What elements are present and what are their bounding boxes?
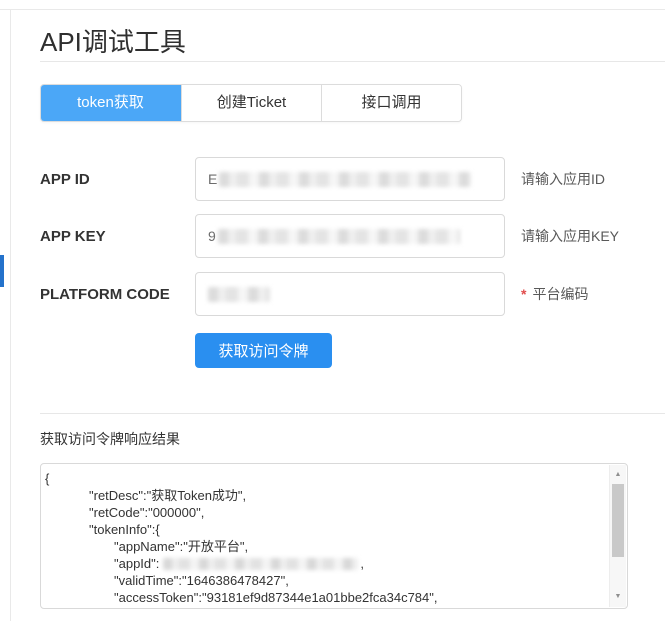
scrollbar-thumb[interactable] (612, 484, 624, 557)
result-scrollbar[interactable]: ▲ ▼ (609, 465, 626, 607)
section-divider (40, 413, 665, 414)
code-line: "tokenInfo":{ (41, 521, 603, 538)
result-section-label: 获取访问令牌响应结果 (40, 429, 180, 449)
platform-code-hint: * 平台编码 (521, 284, 588, 304)
app-key-label: APP KEY (40, 228, 195, 245)
platform-code-input[interactable] (195, 272, 505, 316)
app-key-redacted-value (218, 229, 460, 244)
code-line: "accessToken":"93181ef9d87344e1a01bbe2fc… (41, 589, 603, 606)
tab-token[interactable]: token获取 (40, 84, 181, 122)
app-id-row: APP ID E 请输入应用ID (40, 157, 605, 201)
code-line: "appId":, (41, 555, 603, 572)
platform-code-hint-text: 平台编码 (532, 286, 588, 302)
app-id-input[interactable]: E (195, 157, 505, 201)
redacted-app-id-value (163, 558, 358, 570)
code-line: "appName":"开放平台", (41, 538, 603, 555)
app-id-label: APP ID (40, 171, 195, 188)
title-divider (40, 61, 665, 62)
scroll-down-icon[interactable]: ▼ (610, 589, 626, 605)
platform-code-row: PLATFORM CODE * 平台编码 (40, 272, 588, 316)
required-asterisk: * (521, 286, 526, 302)
app-key-value-prefix: 9 (208, 228, 216, 244)
app-key-hint: 请输入应用KEY (521, 226, 619, 246)
app-key-row: APP KEY 9 请输入应用KEY (40, 214, 619, 258)
code-line: "retCode":"000000", (41, 504, 603, 521)
app-key-input[interactable]: 9 (195, 214, 505, 258)
left-edge-scroll-indicator (0, 255, 4, 287)
platform-code-label: PLATFORM CODE (40, 286, 195, 303)
tab-create-ticket[interactable]: 创建Ticket (181, 85, 321, 121)
panel-left-border (10, 9, 11, 621)
code-line: { (41, 470, 603, 487)
scroll-up-icon[interactable]: ▲ (610, 467, 626, 483)
platform-code-redacted-value (208, 287, 270, 302)
app-id-redacted-value (219, 172, 471, 187)
tab-api-call[interactable]: 接口调用 (321, 85, 461, 121)
code-line: "validTime":"1646386478427", (41, 572, 603, 589)
tab-bar: token获取 创建Ticket 接口调用 (40, 84, 462, 122)
result-lines: {"retDesc":"获取Token成功","retCode":"000000… (41, 464, 627, 606)
get-token-button[interactable]: 获取访问令牌 (195, 333, 332, 368)
code-line: "retDesc":"获取Token成功", (41, 487, 603, 504)
page-title: API调试工具 (40, 22, 186, 59)
app-id-value-prefix: E (208, 171, 217, 187)
app-id-hint: 请输入应用ID (521, 169, 605, 189)
panel-top-border (0, 9, 665, 10)
token-response-box[interactable]: {"retDesc":"获取Token成功","retCode":"000000… (40, 463, 628, 609)
